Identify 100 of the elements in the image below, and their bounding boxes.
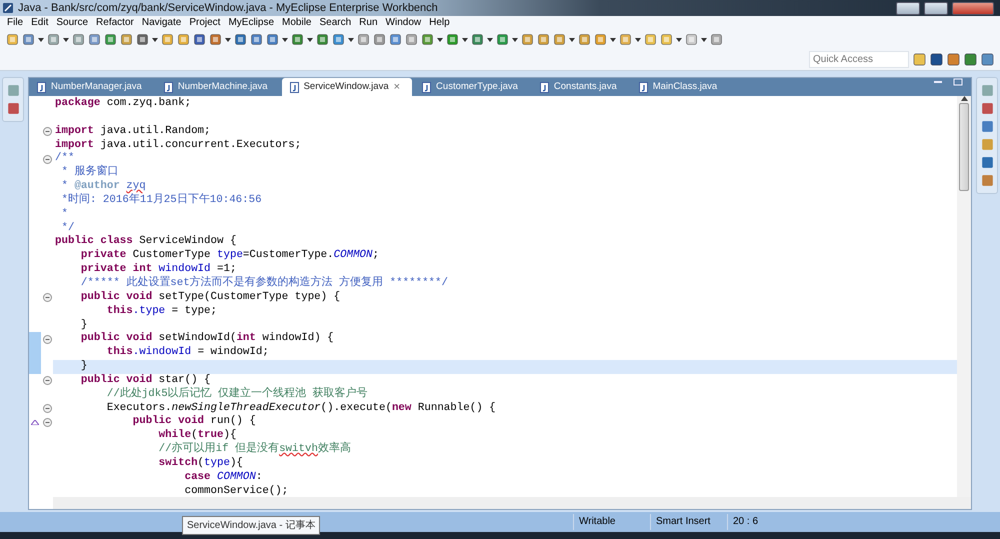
editor-tab[interactable]: ServiceWindow.java × (282, 78, 412, 96)
caret-icon[interactable] (225, 38, 231, 42)
horizontal-scrollbar[interactable] (53, 497, 971, 509)
toolbar-icon[interactable] (389, 33, 402, 46)
fold-icon[interactable] (42, 376, 52, 386)
toolbar-icon[interactable] (685, 33, 698, 46)
toolbar-icon[interactable] (88, 33, 101, 46)
view-icon[interactable] (6, 102, 20, 115)
menu-item[interactable]: Project (185, 16, 224, 30)
toolbar-icon[interactable] (332, 33, 345, 46)
caret-icon[interactable] (282, 38, 288, 42)
fold-icon[interactable] (42, 154, 52, 164)
editor-tab[interactable]: NumberManager.java (29, 78, 154, 96)
maximize-button[interactable] (924, 2, 948, 14)
toolbar-icon[interactable] (161, 33, 174, 46)
code-line: while(true){ (158, 429, 238, 442)
toolbar-icon[interactable] (357, 33, 370, 46)
code-line: import java.util.concurrent.Executors; (54, 138, 302, 152)
editor-tab[interactable]: NumberMachine.java (156, 78, 280, 96)
toolbar-icon[interactable] (619, 33, 632, 46)
fold-icon[interactable] (42, 404, 52, 413)
app-icon (2, 2, 14, 14)
toolbar-icon[interactable] (644, 33, 657, 46)
view-icon[interactable] (980, 120, 994, 133)
menu-item[interactable]: MyEclipse (224, 16, 278, 30)
caret-icon[interactable] (701, 38, 707, 42)
caret-icon[interactable] (569, 38, 575, 42)
fold-icon[interactable] (42, 418, 52, 427)
caret-icon[interactable] (307, 38, 313, 42)
toolbar-icon[interactable] (136, 33, 149, 46)
menu-item[interactable]: Window (382, 16, 426, 30)
view-icon[interactable] (980, 156, 994, 169)
toolbar-icon[interactable] (234, 33, 247, 46)
code-line: * (60, 208, 69, 222)
menu-item[interactable]: Search (315, 16, 356, 30)
toolbar-icon[interactable] (72, 33, 85, 46)
toolbar-icon[interactable] (373, 33, 386, 46)
status-field: Smart Insert (650, 514, 727, 530)
toolbar-icon[interactable] (553, 33, 566, 46)
caret-icon[interactable] (63, 38, 69, 42)
menu-item[interactable]: Source (52, 16, 92, 30)
toolbar-icon[interactable] (537, 33, 550, 46)
quick-access-field[interactable]: Quick Access (809, 51, 909, 68)
fold-icon[interactable] (42, 127, 52, 136)
minimize-icon[interactable] (933, 78, 943, 86)
caret-icon[interactable] (437, 38, 443, 42)
vertical-scrollbar[interactable] (957, 96, 971, 497)
caret-icon[interactable] (462, 38, 468, 42)
menu-item[interactable]: Edit (27, 16, 52, 30)
toolbar-icon[interactable] (405, 33, 418, 46)
toolbar-icon[interactable] (6, 33, 19, 46)
toolbar-icon[interactable] (250, 33, 263, 46)
toolbar-icon[interactable] (120, 33, 133, 46)
close-icon[interactable]: × (394, 82, 400, 92)
caret-icon[interactable] (487, 38, 493, 42)
caret-icon[interactable] (635, 38, 641, 42)
code-line: //此处jdk5以后记忆 仅建立一个线程池 获取客户号 (106, 388, 369, 402)
toolbar-icon[interactable] (710, 33, 723, 46)
toolbar-icon[interactable] (421, 33, 434, 46)
fold-icon[interactable] (42, 334, 52, 344)
toolbar-icon[interactable] (446, 33, 459, 46)
toolbar-icon[interactable] (104, 33, 117, 46)
editor-tab[interactable]: CustomerType.java (414, 78, 530, 96)
fold-icon[interactable] (42, 293, 52, 302)
close-button[interactable] (952, 2, 994, 14)
toolbar-icon[interactable] (471, 33, 484, 46)
caret-icon[interactable] (348, 38, 354, 42)
toolbar-icon[interactable] (291, 33, 304, 46)
menu-item[interactable]: Navigate (138, 16, 186, 30)
view-icon[interactable] (980, 102, 994, 115)
toolbar-icon[interactable] (521, 33, 534, 46)
toolbar-icon[interactable] (177, 33, 190, 46)
caret-icon[interactable] (676, 38, 682, 42)
editor-tab[interactable]: Constants.java (532, 78, 629, 96)
toolbar-icon[interactable] (209, 33, 222, 46)
view-icon[interactable] (980, 174, 994, 187)
toolbar-icon[interactable] (660, 33, 673, 46)
toolbar-icon[interactable] (496, 33, 509, 46)
menu-item[interactable]: Run (355, 16, 382, 30)
toolbar-icon[interactable] (193, 33, 206, 46)
toolbar-icon[interactable] (22, 33, 35, 46)
maximize-icon[interactable] (953, 78, 963, 86)
caret-icon[interactable] (38, 38, 44, 42)
menu-item[interactable]: File (3, 16, 28, 30)
tooltip: ServiceWindow.java - 记事本 (182, 516, 320, 535)
toolbar-icon[interactable] (266, 33, 279, 46)
caret-icon[interactable] (152, 38, 158, 42)
toolbar-icon[interactable] (316, 33, 329, 46)
toolbar-icon[interactable] (594, 33, 607, 46)
toolbar-icon[interactable] (578, 33, 591, 46)
caret-icon[interactable] (512, 38, 518, 42)
minimize-button[interactable] (896, 2, 920, 14)
editor-tab[interactable]: MainClass.java (630, 78, 730, 96)
scroll-thumb[interactable] (959, 103, 969, 191)
caret-icon[interactable] (610, 38, 616, 42)
menu-item[interactable]: Refactor (92, 16, 138, 30)
menu-item[interactable]: Mobile (278, 16, 316, 30)
toolbar-icon[interactable] (47, 33, 60, 46)
menu-item[interactable]: Help (425, 16, 454, 30)
code-line: public class ServiceWindow { (54, 235, 238, 249)
